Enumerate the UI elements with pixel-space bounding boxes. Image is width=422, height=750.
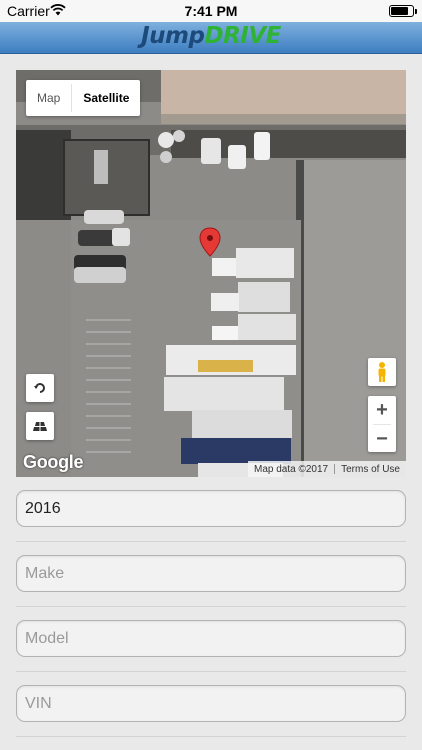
map-attribution: Map data ©2017 Terms of Use (248, 461, 406, 477)
divider (16, 606, 406, 607)
zoom-in-button[interactable]: + (368, 396, 396, 424)
street-view-button[interactable] (368, 358, 396, 386)
map-data-label: Map data ©2017 (254, 463, 329, 475)
battery-icon (389, 5, 417, 17)
make-field[interactable]: Make (16, 555, 406, 592)
zoom-control: + − (368, 396, 396, 452)
status-bar: Carrier 7:41 PM (0, 0, 422, 22)
logo-jump: Jump (141, 23, 205, 49)
tilt-map-button[interactable] (26, 412, 54, 440)
pegman-icon (378, 362, 386, 382)
aerial-imagery (16, 70, 406, 477)
google-logo: Google (23, 452, 84, 472)
vin-field[interactable]: VIN (16, 685, 406, 722)
model-field[interactable]: Model (16, 620, 406, 657)
logo-drive: DRIVE (204, 23, 282, 49)
terms-of-use-link[interactable]: Terms of Use (335, 464, 406, 475)
clock: 7:41 PM (184, 3, 238, 19)
rotate-icon (34, 383, 45, 393)
satellite-map[interactable]: Map Satellite + − Google Map data ©2017 (16, 70, 406, 477)
divider (16, 541, 406, 542)
rotate-map-button[interactable] (26, 374, 54, 402)
map-type-map-button[interactable]: Map (26, 80, 71, 116)
divider (16, 671, 406, 672)
map-type-satellite-button[interactable]: Satellite (72, 80, 140, 116)
year-field[interactable]: 2016 (16, 490, 406, 527)
app-header: JumpDRIVE (0, 22, 422, 54)
tilt-icon (33, 422, 47, 431)
app-logo: JumpDRIVE (0, 23, 422, 49)
divider (16, 736, 406, 737)
zoom-out-button[interactable]: − (368, 425, 396, 453)
map-type-toggle: Map Satellite (26, 80, 141, 116)
